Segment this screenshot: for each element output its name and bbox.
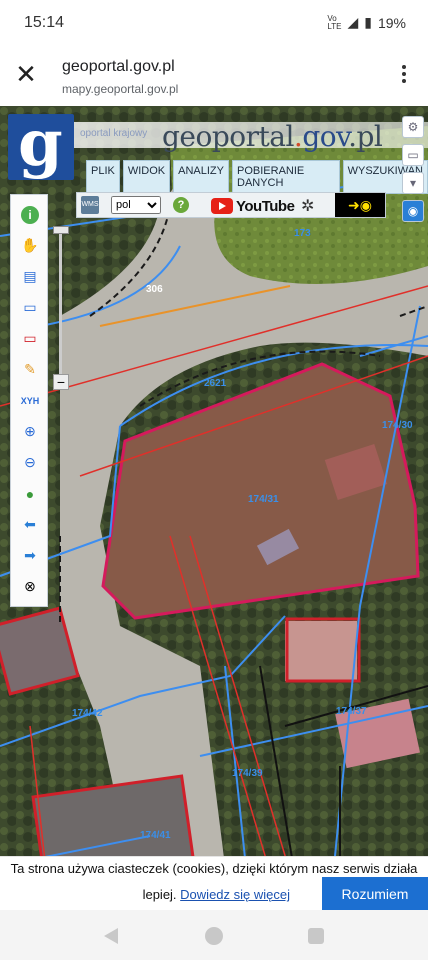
menu-plik[interactable]: PLIK <box>86 160 120 194</box>
parcel-label: 173 <box>294 228 311 239</box>
android-nav-bar <box>0 910 428 960</box>
clock: 15:14 <box>24 14 65 31</box>
parcel-label: 174/31 <box>248 494 279 505</box>
back-icon[interactable] <box>104 928 118 944</box>
zoom-slider[interactable]: − <box>52 214 70 394</box>
parcel-label: 306 <box>146 284 163 295</box>
page-url: mapy.geoportal.gov.pl <box>62 82 179 96</box>
cookie-more-link[interactable]: Dowiedz się więcej <box>180 887 290 902</box>
cookie-message: Ta strona używa ciasteczek (cookies), dz… <box>10 861 418 876</box>
info-icon: i <box>21 205 39 224</box>
map-toolbar: WMS pol ? YouTube ✲ ➜◉ <box>76 192 386 218</box>
zoom-minus-button[interactable]: − <box>53 374 69 390</box>
select-red-icon[interactable]: ▭ <box>11 323 49 354</box>
overflow-menu-icon[interactable] <box>394 62 414 88</box>
battery-level: 19% <box>377 14 406 31</box>
geoportal-brand: geoportal.gov.pl <box>162 120 383 153</box>
header-subtitle: oportal krajowy <box>80 128 148 139</box>
recents-icon[interactable] <box>308 928 324 944</box>
network-indicator: Vo LTE <box>327 13 342 31</box>
parcel-label: 174/41 <box>140 830 171 841</box>
parcel-label: 174/37 <box>336 706 367 717</box>
status-icons: Vo LTE ◢ ▮ 19% <box>327 14 406 31</box>
info-tool[interactable]: i <box>11 199 49 230</box>
help-icon[interactable]: ? <box>173 197 189 213</box>
map-tools: i ✋ ▤ ▭ ▭ ✎ XYH ⊕ ⊖ ● ⬅ ➡ ⊗ <box>10 194 48 607</box>
parcel-label: 174/42 <box>72 708 103 719</box>
cookie-message-line2: lepiej. Dowiedz się więcej <box>142 887 290 902</box>
menu-analizy[interactable]: ANALIZY <box>173 160 229 194</box>
wms-button[interactable]: WMS <box>81 196 99 214</box>
pencil-icon[interactable]: ✎ <box>11 354 49 385</box>
map-viewport[interactable]: 173 306 2621 174/31 174/30 174/42 174/37… <box>0 106 428 906</box>
right-rail: ⚙ ▭ ▾ ◉ <box>402 116 426 228</box>
pan-hand-icon[interactable]: ✋ <box>11 230 49 261</box>
language-select[interactable]: pol <box>111 196 161 214</box>
page-title: geoportal.gov.pl <box>62 58 175 75</box>
battery-icon: ▮ <box>364 14 372 30</box>
settings-icon[interactable]: ⚙ <box>402 116 424 138</box>
select-rect-icon[interactable]: ▭ <box>11 292 49 323</box>
eye-icon[interactable]: ◉ <box>402 200 424 222</box>
clear-icon[interactable]: ⊗ <box>11 571 49 602</box>
parcel-label: 174/39 <box>232 768 263 779</box>
back-arrow-icon[interactable]: ⬅ <box>11 509 49 540</box>
home-icon[interactable] <box>205 927 223 945</box>
geoportal-header: g oportal krajowy geoportal.gov.pl PLIK … <box>8 106 428 194</box>
close-icon[interactable]: ✕ <box>12 60 40 88</box>
parcel-label: 2621 <box>204 378 227 389</box>
custom-tab-bar: ✕ geoportal.gov.pl mapy.geoportal.gov.pl <box>0 46 428 106</box>
menu-pobieranie-danych[interactable]: POBIERANIE DANYCH <box>232 160 340 194</box>
coordinates-icon[interactable]: XYH <box>11 385 49 416</box>
menu-widok[interactable]: WIDOK <box>122 160 171 194</box>
geoportal-logo[interactable]: g <box>8 106 74 181</box>
zoom-in-icon[interactable]: ⊕ <box>11 416 49 447</box>
legend-icon[interactable]: ▤ <box>11 261 49 292</box>
youtube-link[interactable]: YouTube <box>211 196 295 216</box>
status-bar: 15:14 Vo LTE ◢ ▮ 19% <box>0 0 428 46</box>
parcel-label: 174/30 <box>382 420 413 431</box>
layers-icon[interactable]: ▭ <box>402 144 424 166</box>
zoom-out-icon[interactable]: ⊖ <box>11 447 49 478</box>
youtube-icon <box>211 198 233 214</box>
high-contrast-button[interactable]: ➜◉ <box>335 193 385 217</box>
cookie-banner: Ta strona używa ciasteczek (cookies), dz… <box>0 856 428 911</box>
screen: 15:14 Vo LTE ◢ ▮ 19% ✕ geoportal.gov.pl m… <box>0 0 428 960</box>
zoom-track <box>59 228 62 374</box>
forward-arrow-icon[interactable]: ➡ <box>11 540 49 571</box>
main-menu: PLIK WIDOK ANALIZY POBIERANIE DANYCH WYS… <box>86 160 428 194</box>
signal-icon: ◢ <box>347 14 359 30</box>
zoom-handle[interactable] <box>53 226 69 234</box>
accessibility-wheel-icon[interactable]: ✲ <box>301 196 314 216</box>
globe-icon[interactable]: ● <box>11 478 49 509</box>
collapse-icon[interactable]: ▾ <box>402 172 424 194</box>
cookie-accept-button[interactable]: Rozumiem <box>322 877 428 911</box>
